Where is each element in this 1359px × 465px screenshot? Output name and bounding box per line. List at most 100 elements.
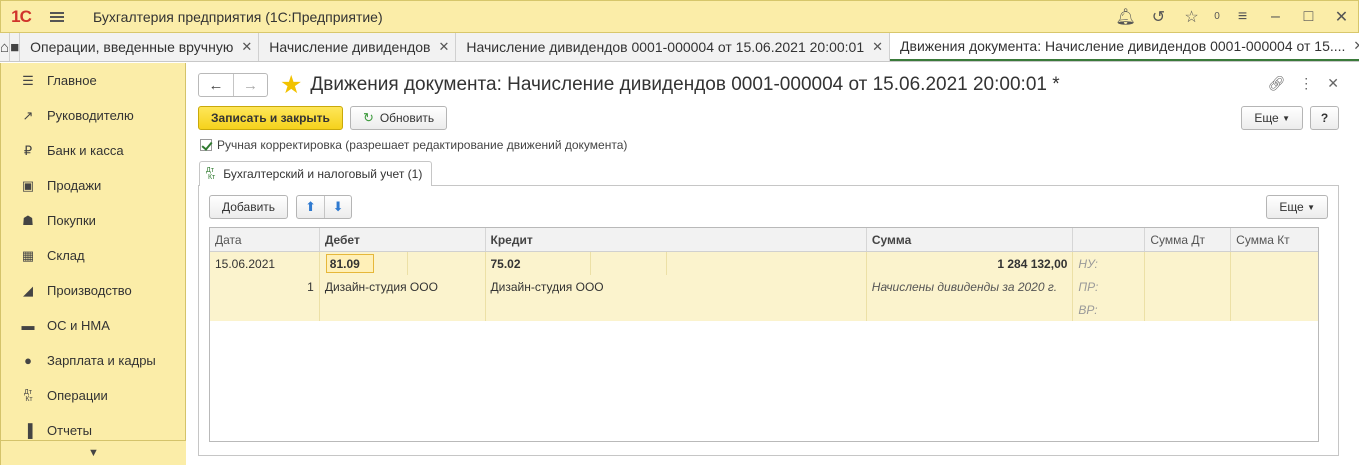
refresh-label: Обновить bbox=[379, 111, 435, 125]
back-arrow-icon[interactable]: ← bbox=[199, 74, 233, 96]
1c-logo[interactable]: 1С bbox=[1, 0, 41, 33]
dropdown-arrow-icon: ▼ bbox=[1307, 202, 1315, 212]
link-icon[interactable]: 🔗︎ bbox=[1267, 75, 1285, 92]
cell-nu[interactable]: НУ: bbox=[1073, 252, 1146, 275]
cell-debit-account-wrap[interactable]: 81.09 bbox=[320, 252, 408, 275]
cell-empty[interactable] bbox=[867, 298, 1074, 321]
sidebar-item-label: ОС и НМА bbox=[47, 318, 110, 333]
cell-empty[interactable] bbox=[486, 298, 867, 321]
close-form-icon[interactable]: ✕ bbox=[1327, 75, 1339, 92]
cell-number[interactable]: 1 bbox=[210, 275, 320, 298]
cell-empty[interactable] bbox=[320, 298, 486, 321]
cell-empty[interactable] bbox=[210, 298, 320, 321]
sidebar-item-warehouse[interactable]: ▦ Склад bbox=[1, 238, 185, 273]
column-header-sum-kt[interactable]: Сумма Кт bbox=[1231, 228, 1318, 251]
tab-dividends-list[interactable]: Начисление дивидендов ✕ bbox=[259, 33, 457, 61]
more-button[interactable]: Еще ▼ bbox=[1241, 106, 1303, 130]
sidebar-item-bank[interactable]: ₽ Банк и касса bbox=[1, 133, 185, 168]
cell-sum-kt-pr[interactable] bbox=[1231, 275, 1318, 298]
sidebar-item-production[interactable]: ◢ Производство bbox=[1, 273, 185, 308]
tab-label: Движения документа: Начисление дивидендо… bbox=[900, 38, 1346, 54]
table-row[interactable]: 15.06.2021 81.09 75.02 1 284 132,00 НУ: … bbox=[210, 252, 1318, 321]
sidebar-item-label: Главное bbox=[47, 73, 97, 88]
close-tab-icon[interactable]: ✕ bbox=[241, 39, 252, 55]
refresh-icon: ↻ bbox=[362, 110, 374, 125]
column-header-date[interactable]: Дата bbox=[210, 228, 320, 251]
sidebar-item-purchases[interactable]: ☗ Покупки bbox=[1, 203, 185, 238]
column-header-credit[interactable]: Кредит bbox=[486, 228, 867, 251]
sidebar-item-assets[interactable]: ▬ ОС и НМА bbox=[1, 308, 185, 343]
cell-sum-dt-pr[interactable] bbox=[1145, 275, 1232, 298]
menu-lines-icon: ☰ bbox=[22, 72, 34, 88]
tab-dividends-document[interactable]: Начисление дивидендов 0001-000004 от 15.… bbox=[456, 33, 891, 61]
column-header-sum[interactable]: Сумма bbox=[867, 228, 1074, 251]
page-title: Движения документа: Начисление дивидендо… bbox=[310, 74, 1060, 95]
help-button[interactable]: ? bbox=[1310, 106, 1339, 130]
dropdown-arrow-icon: ▼ bbox=[1282, 113, 1290, 123]
cell-vr[interactable]: ВР: bbox=[1073, 298, 1146, 321]
scroll-down-icon[interactable]: ▼ bbox=[1, 440, 186, 465]
cell-date[interactable]: 15.06.2021 bbox=[210, 252, 320, 275]
cell-content[interactable]: Начислены дивиденды за 2020 г. bbox=[867, 275, 1074, 298]
close-tab-icon[interactable]: ✕ bbox=[438, 39, 449, 55]
cell-sum-dt[interactable] bbox=[1145, 252, 1232, 275]
refresh-button[interactable]: ↻ Обновить bbox=[349, 106, 448, 130]
tab-document-movements[interactable]: Движения документа: Начисление дивидендо… bbox=[890, 33, 1359, 61]
maximize-icon[interactable]: □ bbox=[1292, 0, 1325, 33]
column-header-sum-dt[interactable]: Сумма Дт bbox=[1145, 228, 1232, 251]
favorites-star-icon[interactable]: ☆ bbox=[1175, 0, 1208, 33]
sidebar-item-label: Руководителю bbox=[47, 108, 134, 123]
sidebar-item-main[interactable]: ☰ Главное bbox=[1, 63, 185, 98]
form-area: ← → ★ Движения документа: Начисление див… bbox=[187, 63, 1359, 465]
trend-icon: ↗ bbox=[22, 107, 34, 123]
move-up-icon[interactable]: ⬆︎ bbox=[297, 196, 324, 218]
history-icon[interactable]: ↺ bbox=[1142, 0, 1175, 33]
cell-sum[interactable]: 1 284 132,00 bbox=[867, 252, 1074, 275]
close-tab-icon[interactable]: ✕ bbox=[872, 39, 883, 55]
cell-sum-kt-vr[interactable] bbox=[1231, 298, 1318, 321]
cell-sum-kt[interactable] bbox=[1231, 252, 1318, 275]
app-title: Бухгалтерия предприятия (1С:Предприятие) bbox=[93, 8, 383, 25]
cell-sum-dt-vr[interactable] bbox=[1145, 298, 1232, 321]
dt-kt-icon: Дт Кт bbox=[206, 167, 216, 181]
app-titlebar: 1С Бухгалтерия предприятия (1С:Предприят… bbox=[0, 0, 1359, 33]
tab-label: Начисление дивидендов bbox=[269, 39, 431, 55]
sections-panel: ☰ Главное ↗ Руководителю ₽ Банк и касса ▣ Пр… bbox=[0, 63, 186, 465]
sidebar-item-sales[interactable]: ▣ Продажи bbox=[1, 168, 185, 203]
cell-debit-account[interactable]: 81.09 bbox=[325, 254, 374, 273]
move-down-icon[interactable]: ⬇︎ bbox=[324, 196, 351, 218]
close-tab-icon[interactable]: ✕ bbox=[1353, 38, 1359, 54]
messages-icon[interactable]: ■ bbox=[10, 33, 21, 61]
cell-pr[interactable]: ПР: bbox=[1073, 275, 1146, 298]
main-menu-icon[interactable] bbox=[41, 0, 73, 33]
add-button[interactable]: Добавить bbox=[209, 195, 289, 219]
sidebar-item-label: Зарплата и кадры bbox=[47, 353, 156, 368]
cell-debit-extra[interactable] bbox=[408, 252, 486, 275]
sidebar-item-operations[interactable]: Дт Кт Операции bbox=[1, 378, 185, 413]
sidebar-item-salary[interactable]: ● Зарплата и кадры bbox=[1, 343, 185, 378]
tab-accounting-tax[interactable]: Дт Кт Бухгалтерский и налоговый учет (1) bbox=[199, 161, 433, 186]
cell-credit-account[interactable]: 75.02 bbox=[486, 252, 592, 275]
cell-credit-extra-2[interactable] bbox=[667, 252, 867, 275]
home-icon[interactable]: ⌂ bbox=[0, 33, 11, 61]
forward-arrow-icon[interactable]: → bbox=[233, 74, 267, 96]
sidebar-item-manager[interactable]: ↗ Руководителю bbox=[1, 98, 185, 133]
panel-more-button[interactable]: Еще ▼ bbox=[1266, 195, 1328, 219]
cell-credit-subconto[interactable]: Дизайн-студия ООО bbox=[486, 275, 867, 298]
favorite-star-icon[interactable]: ★ bbox=[280, 73, 302, 98]
settings-menu-icon[interactable]: ≡ bbox=[1226, 0, 1259, 33]
tab-manual-operations[interactable]: Операции, введенные вручную ✕ bbox=[20, 33, 260, 61]
sidebar-item-label: Операции bbox=[47, 388, 108, 403]
close-window-icon[interactable]: ✕ bbox=[1325, 0, 1358, 33]
save-and-close-button[interactable]: Записать и закрыть bbox=[198, 106, 343, 130]
cell-debit-subconto[interactable]: Дизайн-студия ООО bbox=[320, 275, 486, 298]
bell-icon[interactable]: 🔔︎ bbox=[1109, 0, 1142, 33]
manual-correction-label: Ручная корректировка (разрешает редактир… bbox=[217, 138, 628, 152]
open-windows-bar: ⌂ ■ Операции, введенные вручную ✕ Начисл… bbox=[0, 33, 1359, 62]
more-vertical-icon[interactable]: ⋮ bbox=[1299, 75, 1313, 92]
cell-credit-extra[interactable] bbox=[591, 252, 668, 275]
manual-correction-checkbox[interactable] bbox=[200, 139, 212, 151]
minimize-icon[interactable]: – bbox=[1259, 0, 1292, 33]
subtab-label: Бухгалтерский и налоговый учет (1) bbox=[223, 167, 423, 181]
column-header-debit[interactable]: Дебет bbox=[320, 228, 486, 251]
